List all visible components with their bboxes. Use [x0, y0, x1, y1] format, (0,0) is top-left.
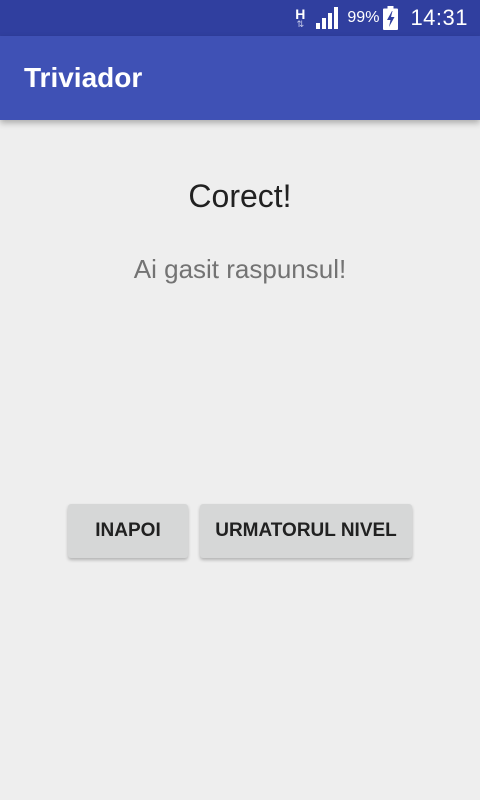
clock: 14:31: [410, 5, 468, 30]
next-level-button[interactable]: URMATORUL NIVEL: [200, 504, 412, 558]
result-message: Ai gasit raspunsul!: [133, 254, 347, 284]
signal-icon: [316, 7, 339, 29]
back-button[interactable]: INAPOI: [68, 504, 188, 558]
network-type-icon: H ⇅: [295, 7, 305, 29]
action-buttons: INAPOI URMATORUL NIVEL: [0, 504, 480, 558]
result-headline: Corect!: [188, 178, 292, 214]
main-content: Corect! Ai gasit raspunsul! INAPOI URMAT…: [0, 120, 480, 800]
data-arrows-icon: ⇅: [296, 19, 305, 29]
status-bar: H ⇅ 99% 14:31: [0, 0, 480, 36]
app-title: Triviador: [24, 62, 143, 93]
battery-charging-icon: [383, 6, 399, 30]
battery-percentage: 99%: [347, 9, 380, 26]
app-bar: Triviador: [0, 36, 480, 120]
